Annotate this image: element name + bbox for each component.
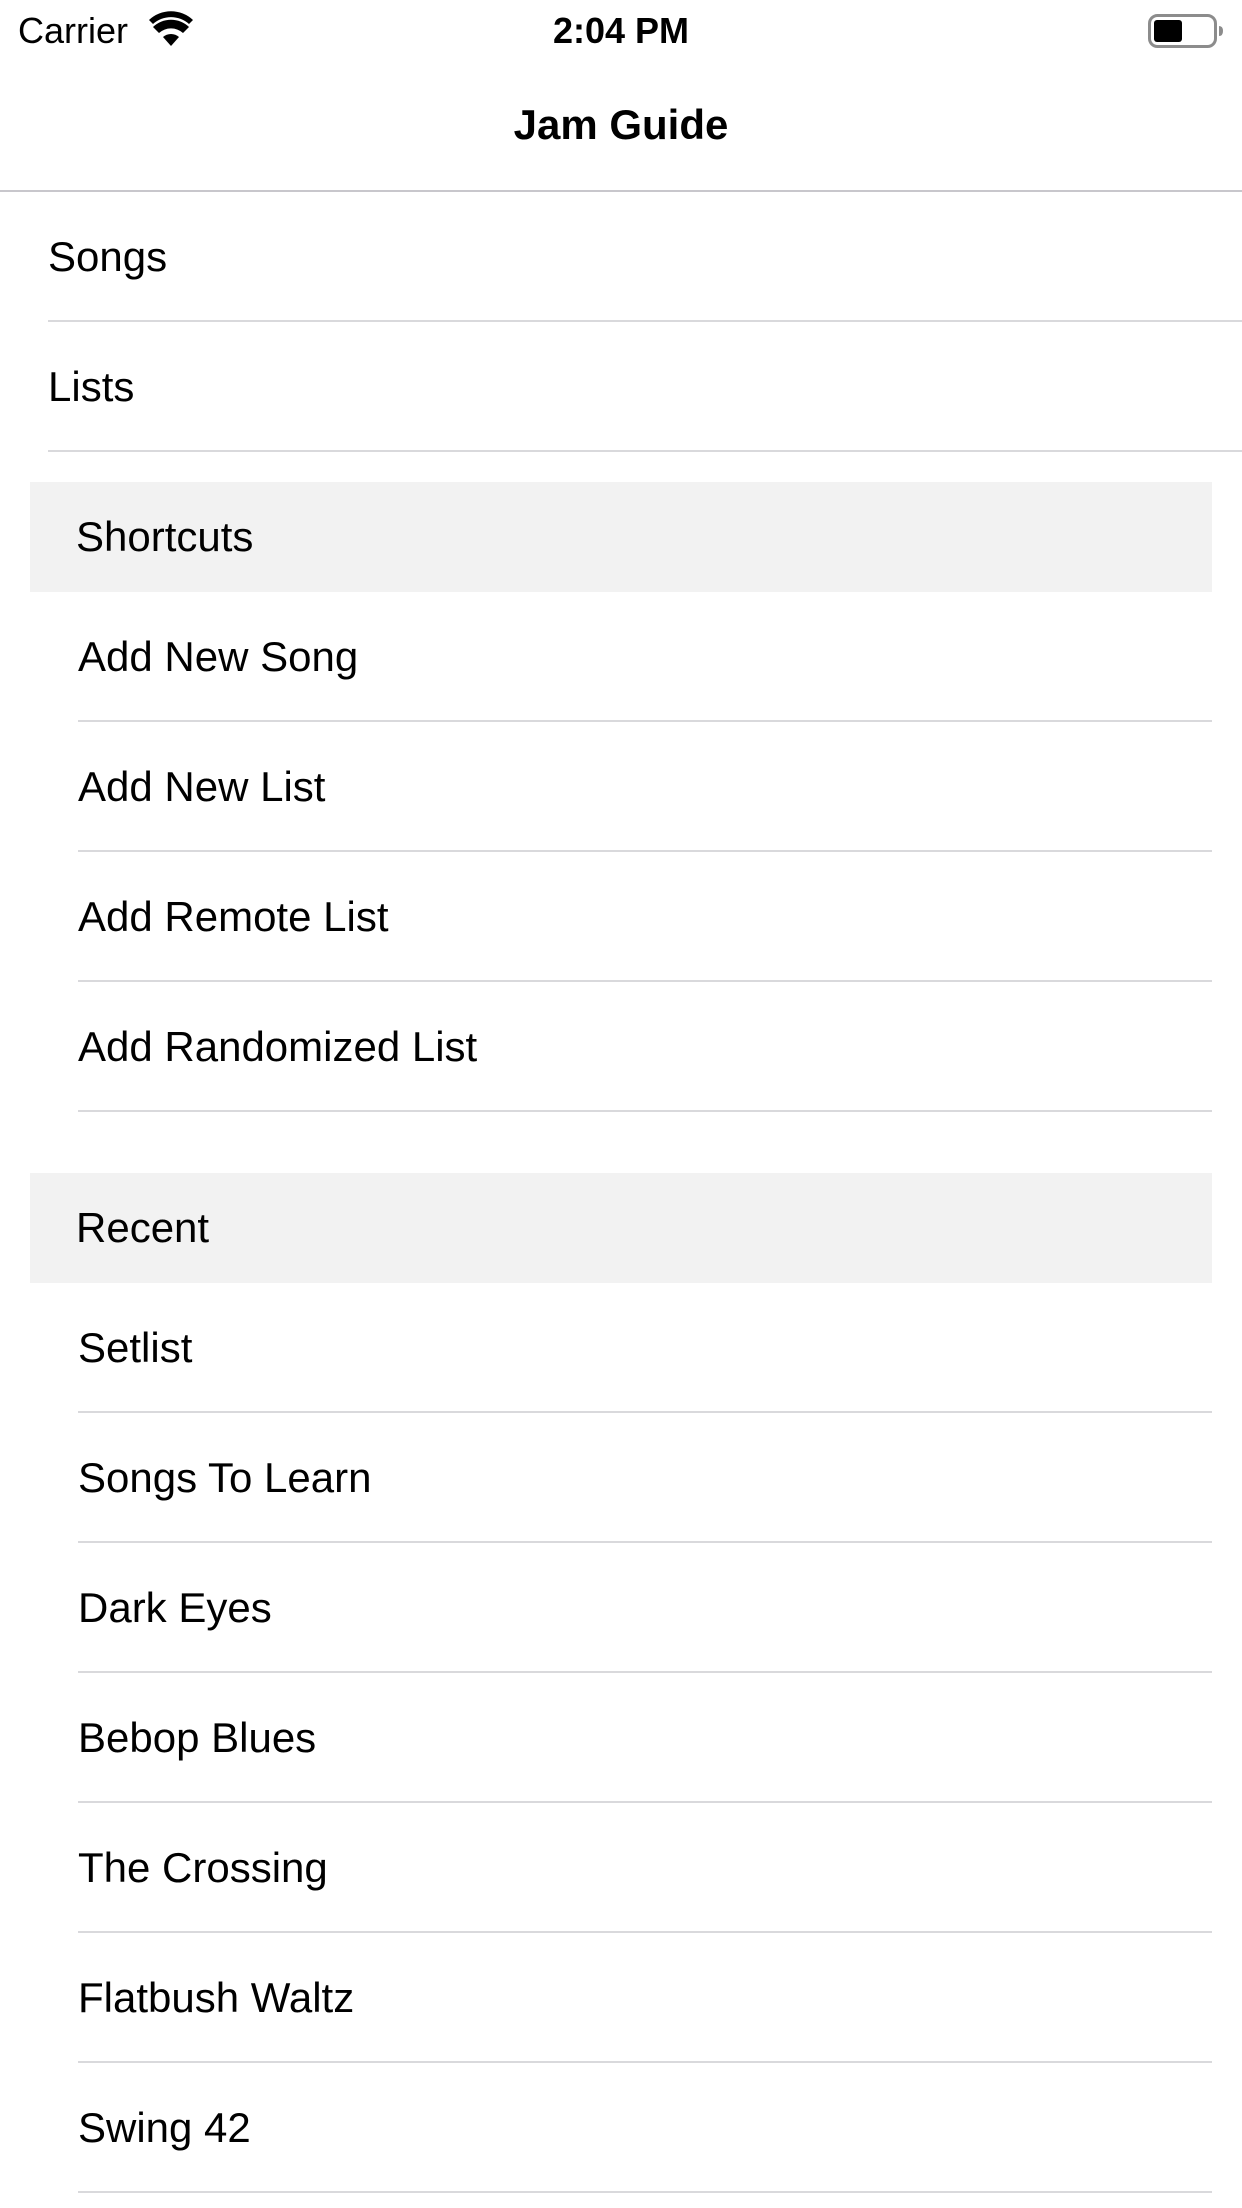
list-item-label: Songs To Learn [78, 1454, 372, 1501]
recent-item-songs-to-learn[interactable]: Songs To Learn [30, 1413, 1212, 1543]
shortcut-add-randomized-list[interactable]: Add Randomized List [30, 982, 1212, 1112]
status-time: 2:04 PM [552, 10, 690, 51]
recent-section: Recent Setlist Songs To Learn Dark Eyes … [30, 1173, 1212, 2193]
divider [48, 450, 1242, 452]
recent-item-dark-eyes[interactable]: Dark Eyes [30, 1543, 1212, 1673]
divider [78, 2191, 1212, 2193]
list-item-label: Dark Eyes [78, 1584, 272, 1631]
section-header-label: Shortcuts [76, 513, 254, 560]
section-header-shortcuts: Shortcuts [30, 482, 1212, 592]
recent-item-flatbush-waltz[interactable]: Flatbush Waltz [30, 1933, 1212, 2063]
recent-item-the-crossing[interactable]: The Crossing [30, 1803, 1212, 1933]
page-title: Jam Guide [513, 101, 729, 148]
list-item-label: Add New List [78, 763, 326, 810]
status-bar: Carrier 2:04 PM [0, 0, 1242, 62]
shortcuts-section: Shortcuts Add New Song Add New List Add … [30, 482, 1212, 1112]
shortcut-add-new-list[interactable]: Add New List [30, 722, 1212, 852]
list-item-label: Setlist [78, 1324, 193, 1371]
section-header-recent: Recent [30, 1173, 1212, 1283]
main-list: Songs Lists [0, 192, 1242, 452]
recent-item-bebop-blues[interactable]: Bebop Blues [30, 1673, 1212, 1803]
list-item-label: Add Remote List [78, 893, 389, 940]
list-item-label: Bebop Blues [78, 1714, 317, 1761]
list-item-label: Songs [48, 233, 168, 280]
divider [78, 1110, 1212, 1112]
list-item-lists[interactable]: Lists [0, 322, 1242, 452]
list-item-label: Add New Song [78, 633, 359, 680]
battery-icon [1148, 14, 1223, 48]
list-item-label: Lists [48, 363, 135, 410]
navigation-bar: Jam Guide [0, 62, 1242, 192]
list-item-label: Flatbush Waltz [78, 1974, 355, 2021]
recent-item-setlist[interactable]: Setlist [30, 1283, 1212, 1413]
list-item-songs[interactable]: Songs [0, 192, 1242, 322]
shortcut-add-remote-list[interactable]: Add Remote List [30, 852, 1212, 982]
list-item-label: Add Randomized List [78, 1023, 478, 1070]
section-header-label: Recent [76, 1204, 210, 1251]
recent-item-swing-42[interactable]: Swing 42 [30, 2063, 1212, 2193]
shortcut-add-new-song[interactable]: Add New Song [30, 592, 1212, 722]
list-item-label: Swing 42 [78, 2104, 251, 2151]
list-item-label: The Crossing [78, 1844, 328, 1891]
